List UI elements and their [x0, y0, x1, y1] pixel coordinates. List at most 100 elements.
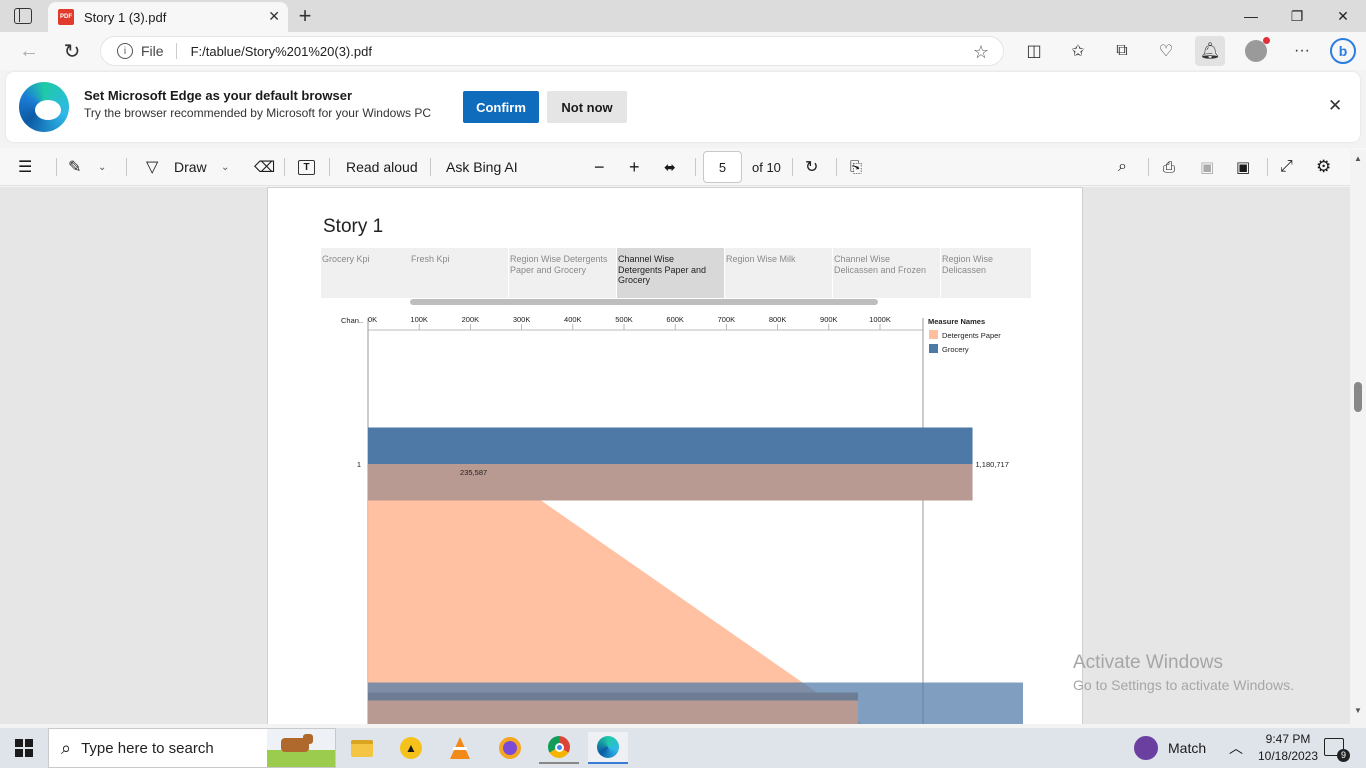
- x-tick-label: 700K: [718, 315, 736, 324]
- page-number-input[interactable]: 5: [703, 151, 742, 183]
- new-tab-icon[interactable]: +: [292, 3, 318, 29]
- story-tab-label: Region Wise Delicassen: [942, 254, 994, 275]
- split-screen-icon[interactable]: ◫: [1019, 36, 1049, 66]
- address-bar[interactable]: i File F:/tablue/Story%201%20(3).pdf ☆: [100, 36, 1004, 66]
- favorite-star-icon[interactable]: ☆: [973, 42, 989, 63]
- edge-icon[interactable]: [588, 732, 628, 764]
- row-header-label: Chan..: [341, 316, 363, 325]
- draw-icon[interactable]: ▽: [146, 148, 158, 186]
- toolbar-divider: [1148, 158, 1149, 176]
- confirm-button[interactable]: Confirm: [463, 91, 539, 123]
- vlc-icon[interactable]: [440, 732, 480, 764]
- add-text-icon[interactable]: T: [298, 148, 315, 186]
- taskbar-search-box[interactable]: ⌕ Type here to search: [48, 728, 336, 768]
- scroll-down-arrow[interactable]: ▼: [1354, 706, 1362, 715]
- scroll-up-arrow[interactable]: ▲: [1354, 154, 1362, 163]
- page-view-icon[interactable]: ⎘: [850, 148, 862, 186]
- story-nav-scrollbar[interactable]: [410, 299, 878, 305]
- show-hidden-icons-chevron-up-icon[interactable]: ︿: [1229, 738, 1243, 758]
- cricket-ball-icon: [1134, 736, 1158, 760]
- notifications-bell-icon[interactable]: 🔔︎: [1195, 36, 1225, 66]
- settings-gear-icon[interactable]: ⚙: [1316, 148, 1331, 186]
- more-options-icon[interactable]: ···: [1287, 36, 1317, 66]
- save-icon[interactable]: ▣: [1200, 148, 1214, 186]
- fit-to-width-icon[interactable]: ⬌: [664, 148, 676, 186]
- full-screen-icon[interactable]: ⤢: [1280, 148, 1293, 186]
- bing-copilot-icon[interactable]: b: [1328, 36, 1358, 66]
- match-widget[interactable]: Match: [1134, 736, 1206, 760]
- vertical-scrollbar[interactable]: ▲ ▼: [1350, 150, 1366, 724]
- browser-essentials-icon[interactable]: ♡: [1151, 36, 1181, 66]
- grocery-bar: [368, 427, 973, 464]
- save-as-icon[interactable]: ▣: [1236, 148, 1250, 186]
- legend-item-label: Grocery: [942, 345, 969, 354]
- highlight-chevron-down-icon[interactable]: ⌄: [98, 148, 106, 186]
- toolbar-divider: [792, 158, 793, 176]
- legend-item-label: Detergents Paper: [942, 331, 1001, 340]
- story-tab[interactable]: Channel Wise Delicassen and Frozen: [832, 248, 940, 298]
- page-total: of 10: [752, 159, 781, 175]
- clock-date[interactable]: 10/18/2023: [1252, 749, 1324, 763]
- highlight-icon[interactable]: ✎: [68, 148, 81, 186]
- story-tab[interactable]: Grocery Kpi: [321, 248, 401, 298]
- contents-icon[interactable]: ☰: [18, 148, 32, 186]
- clock-time[interactable]: 9:47 PM: [1260, 732, 1316, 746]
- window-close-icon[interactable]: ✕: [1320, 0, 1366, 32]
- favorites-icon[interactable]: ✩: [1063, 36, 1093, 66]
- notification-count: 9: [1337, 749, 1350, 762]
- zoom-out-icon[interactable]: −: [594, 148, 605, 186]
- x-tick-label: 600K: [666, 315, 684, 324]
- eraser-icon[interactable]: ⌫: [254, 148, 275, 186]
- tab-close-icon[interactable]: ✕: [268, 8, 280, 25]
- story-tab-label: Channel Wise Delicassen and Frozen: [834, 254, 927, 275]
- browser-tab[interactable]: PDF Story 1 (3).pdf ✕: [48, 2, 288, 32]
- infobar-close-icon[interactable]: ✕: [1328, 96, 1342, 116]
- restore-icon[interactable]: ❐: [1274, 0, 1320, 32]
- print-icon[interactable]: ⎙: [1163, 148, 1175, 186]
- chrome-icon[interactable]: [539, 732, 579, 764]
- story-tab-label: Grocery Kpi: [322, 254, 370, 264]
- story-tab[interactable]: Region Wise Milk: [724, 248, 832, 298]
- zoom-in-icon[interactable]: +: [629, 148, 640, 186]
- default-browser-infobar: Set Microsoft Edge as your default brows…: [6, 72, 1360, 142]
- data-label: 1,180,717: [976, 460, 1009, 469]
- search-icon[interactable]: ⌕: [1118, 148, 1127, 186]
- minimize-icon[interactable]: —: [1228, 0, 1274, 32]
- app-ring-icon[interactable]: [490, 732, 530, 764]
- rotate-icon[interactable]: ↻: [805, 148, 818, 186]
- title-bar: PDF Story 1 (3).pdf ✕ + — ❐ ✕: [0, 0, 1366, 32]
- story-tab[interactable]: Fresh Kpi: [401, 248, 508, 298]
- url-divider: [175, 43, 177, 59]
- app-triangle-icon[interactable]: ▲: [391, 732, 431, 764]
- windows-taskbar: ⌕ Type here to search ▲ Match ︿ 9:47 PM …: [0, 728, 1366, 768]
- not-now-button[interactable]: Not now: [547, 91, 627, 123]
- search-placeholder: Type here to search: [81, 739, 214, 757]
- story-tabs: Grocery Kpi Fresh Kpi Region Wise Detergen…: [321, 248, 1031, 298]
- story-tab[interactable]: Region Wise Detergents Paper and Grocery: [508, 248, 616, 298]
- infobar-title: Set Microsoft Edge as your default brows…: [84, 88, 352, 103]
- read-aloud-button[interactable]: Read aloud: [346, 148, 418, 186]
- search-icon: ⌕: [61, 737, 72, 758]
- legend-title: Measure Names: [928, 317, 985, 326]
- x-tick-label: 400K: [564, 315, 582, 324]
- toolbar-divider: [430, 158, 431, 176]
- back-icon[interactable]: ←: [14, 36, 44, 66]
- refresh-icon[interactable]: ↻: [57, 36, 87, 66]
- infobar-subtitle: Try the browser recommended by Microsoft…: [84, 106, 431, 120]
- tab-actions-icon[interactable]: [14, 8, 32, 24]
- collections-icon[interactable]: ⧉: [1107, 36, 1137, 66]
- story-tab[interactable]: Channel Wise Detergents Paper and Grocer…: [616, 248, 724, 298]
- windows-start-icon[interactable]: [4, 732, 44, 764]
- edge-logo-icon: [19, 82, 69, 132]
- profile-avatar[interactable]: [1241, 36, 1271, 66]
- info-icon[interactable]: i: [117, 43, 133, 59]
- x-tick-label: 900K: [820, 315, 838, 324]
- story-tab[interactable]: Region Wise Delicassen: [940, 248, 1031, 298]
- draw-chevron-down-icon[interactable]: ⌄: [221, 148, 229, 186]
- activate-windows-subtext: Go to Settings to activate Windows.: [1073, 677, 1294, 693]
- notification-center-icon[interactable]: 9: [1324, 738, 1350, 762]
- draw-label[interactable]: Draw: [174, 148, 207, 186]
- file-explorer-icon[interactable]: [342, 732, 382, 764]
- scrollbar-thumb[interactable]: [1354, 382, 1362, 412]
- ask-bing-ai-button[interactable]: Ask Bing AI: [446, 148, 518, 186]
